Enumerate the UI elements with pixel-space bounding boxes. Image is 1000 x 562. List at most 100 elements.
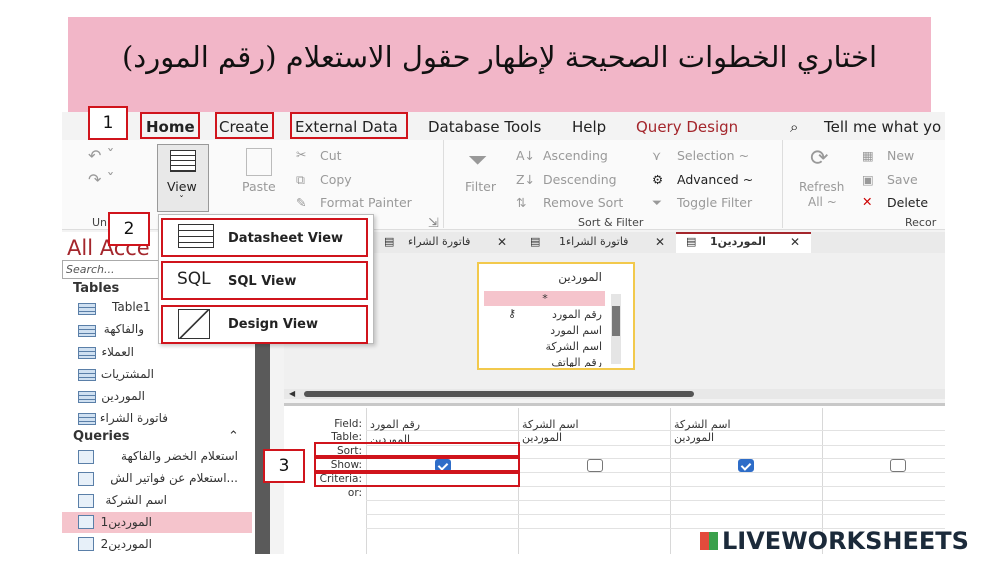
doc-tab-icon: ▤ (686, 235, 697, 248)
nav-query-invoices[interactable]: ...استعلام عن فواتير الش (62, 467, 256, 489)
doc-tab-icon: ▤ (384, 235, 395, 248)
tab-database-tools[interactable]: Database Tools (428, 118, 541, 136)
scroll-left-icon[interactable]: ◀ (289, 389, 295, 398)
grid-table-cell[interactable]: الموردين (522, 431, 562, 444)
show-checkbox[interactable] (587, 459, 603, 472)
highlight-create (215, 112, 274, 139)
funnel-icon: ⏷ (468, 146, 488, 174)
filter-button[interactable]: Filter (465, 179, 496, 194)
show-checkbox[interactable] (890, 459, 906, 472)
grid-table-cell[interactable]: الموردين (674, 431, 714, 444)
delete-record-button[interactable]: Delete (887, 195, 928, 210)
scrollbar-thumb[interactable] (304, 391, 694, 397)
sort-asc-icon: A↓ (516, 148, 536, 163)
nav-table-purchases[interactable]: المشتريات (62, 363, 172, 385)
horizontal-scrollbar[interactable] (284, 389, 945, 399)
close-icon[interactable]: ✕ (497, 235, 507, 249)
grid-field-cell[interactable]: اسم الشركة (674, 418, 731, 431)
nav-query-suppliers2[interactable]: الموردين2 (62, 533, 170, 555)
doc-tab-invoice1[interactable]: فاتورة الشراء1 (559, 235, 628, 248)
ascending-button[interactable]: Ascending (543, 148, 608, 163)
doc-tab-suppliers1[interactable]: الموردين1 (710, 235, 766, 248)
paste-button[interactable]: Paste (242, 179, 276, 194)
tab-query-design[interactable]: Query Design (636, 118, 738, 136)
nav-queries-header[interactable]: Queries (73, 429, 130, 444)
design-ruler-icon (178, 309, 210, 339)
highlight-external-data (290, 112, 408, 139)
collapse-icon[interactable]: ⌃ (228, 429, 239, 444)
toggle-filter-icon: ⏷ (652, 195, 663, 210)
advanced-button[interactable]: Advanced ~ (677, 172, 753, 187)
close-icon[interactable]: ✕ (790, 235, 800, 249)
sql-view-label: SQL View (228, 274, 297, 289)
question-text: اختاري الخطوات الصحيحة لإظهار حقول الاست… (121, 40, 878, 74)
view-button[interactable]: View ˇ (157, 144, 209, 212)
nav-search-placeholder: Search... (66, 263, 115, 276)
toggle-filter-button[interactable]: Toggle Filter (677, 195, 752, 210)
group-records-label: Recor (905, 216, 937, 229)
refresh-all-button[interactable]: All ~ (808, 195, 837, 209)
nav-table-customers[interactable]: العملاء (62, 341, 152, 363)
field-star[interactable]: * (485, 292, 605, 305)
nav-table-suppliers[interactable]: الموردين (62, 385, 163, 407)
refresh-button[interactable]: Refresh (799, 180, 844, 194)
nav-query-fruit[interactable]: استعلام الخضر والفاكهة (62, 445, 256, 467)
grid-row-line (366, 514, 945, 515)
datasheet-view-label: Datasheet View (228, 231, 344, 246)
grid-row-line (366, 430, 945, 431)
grid-field-cell[interactable]: رقم المورد (370, 418, 420, 431)
clipboard-icon (246, 148, 272, 176)
cut-button[interactable]: Cut (320, 148, 342, 163)
save-record-button[interactable]: Save (887, 172, 918, 187)
nav-query-company[interactable]: اسم الشركة (62, 489, 185, 511)
nav-query-suppliers1[interactable]: الموردين1 (62, 511, 170, 533)
format-painter-button[interactable]: Format Painter (320, 195, 412, 210)
highlight-criteria (314, 472, 520, 487)
nav-table-table1[interactable]: Table1 (112, 300, 151, 314)
selection-button[interactable]: Selection ~ (677, 148, 749, 163)
field-supplier-name[interactable]: اسم المورد (485, 324, 602, 337)
redo-icon[interactable]: ↷ ˇ (88, 170, 115, 189)
remove-sort-icon: ⇅ (516, 195, 527, 210)
chevron-down-icon: ˇ (179, 195, 184, 206)
search-icon[interactable]: ⌕ (790, 118, 798, 136)
new-record-icon: ▦ (862, 148, 874, 163)
highlight-sort (314, 442, 520, 457)
selection-icon: ⋎ (652, 148, 662, 163)
dialog-launcher-icon[interactable]: ⇲ (428, 216, 439, 231)
design-view-label: Design View (228, 317, 319, 332)
field-supplier-number[interactable]: رقم المورد (485, 308, 602, 321)
undo-icon[interactable]: ↶ ˇ (88, 146, 115, 165)
close-icon[interactable]: ✕ (655, 235, 665, 249)
nav-search-input[interactable]: Search... (62, 260, 162, 279)
table-field-list-title: الموردين (558, 270, 602, 284)
scrollbar-thumb[interactable] (612, 306, 620, 336)
doc-tab-icon: ▤ (530, 235, 541, 248)
tab-help[interactable]: Help (572, 118, 606, 136)
new-record-button[interactable]: New (887, 148, 914, 163)
remove-sort-button[interactable]: Remove Sort (543, 195, 623, 210)
nav-table-invoice[interactable]: فاتورة الشراء (62, 407, 186, 429)
doc-tab-invoice[interactable]: فاتورة الشراء (408, 235, 470, 248)
group-sort-filter-label: Sort & Filter (578, 216, 644, 229)
descending-button[interactable]: Descending (543, 172, 617, 187)
nav-tables-header[interactable]: Tables (73, 281, 119, 296)
refresh-icon: ⟳ (810, 146, 829, 171)
grid-row-line (366, 500, 945, 501)
nav-table-fruit[interactable]: والفاكهة (62, 318, 162, 340)
highlight-show (314, 457, 520, 472)
tell-me-box[interactable]: Tell me what yo (824, 118, 941, 136)
view-grid-icon (170, 150, 196, 172)
field-list-scrollbar[interactable] (611, 294, 621, 364)
field-phone[interactable]: رقم الهاتف (485, 356, 602, 367)
group-undo-label: Un (92, 216, 108, 229)
view-label: View (167, 179, 197, 194)
field-company-name[interactable]: اسم الشركة (485, 340, 602, 353)
show-checkbox[interactable] (738, 459, 754, 472)
grid-field-cell[interactable]: اسم الشركة (522, 418, 579, 431)
datasheet-icon (178, 224, 214, 248)
copy-button[interactable]: Copy (320, 172, 352, 187)
brush-icon: ✎ (296, 195, 307, 210)
sql-icon: SQL (177, 269, 211, 289)
ribbon-separator (782, 140, 783, 228)
